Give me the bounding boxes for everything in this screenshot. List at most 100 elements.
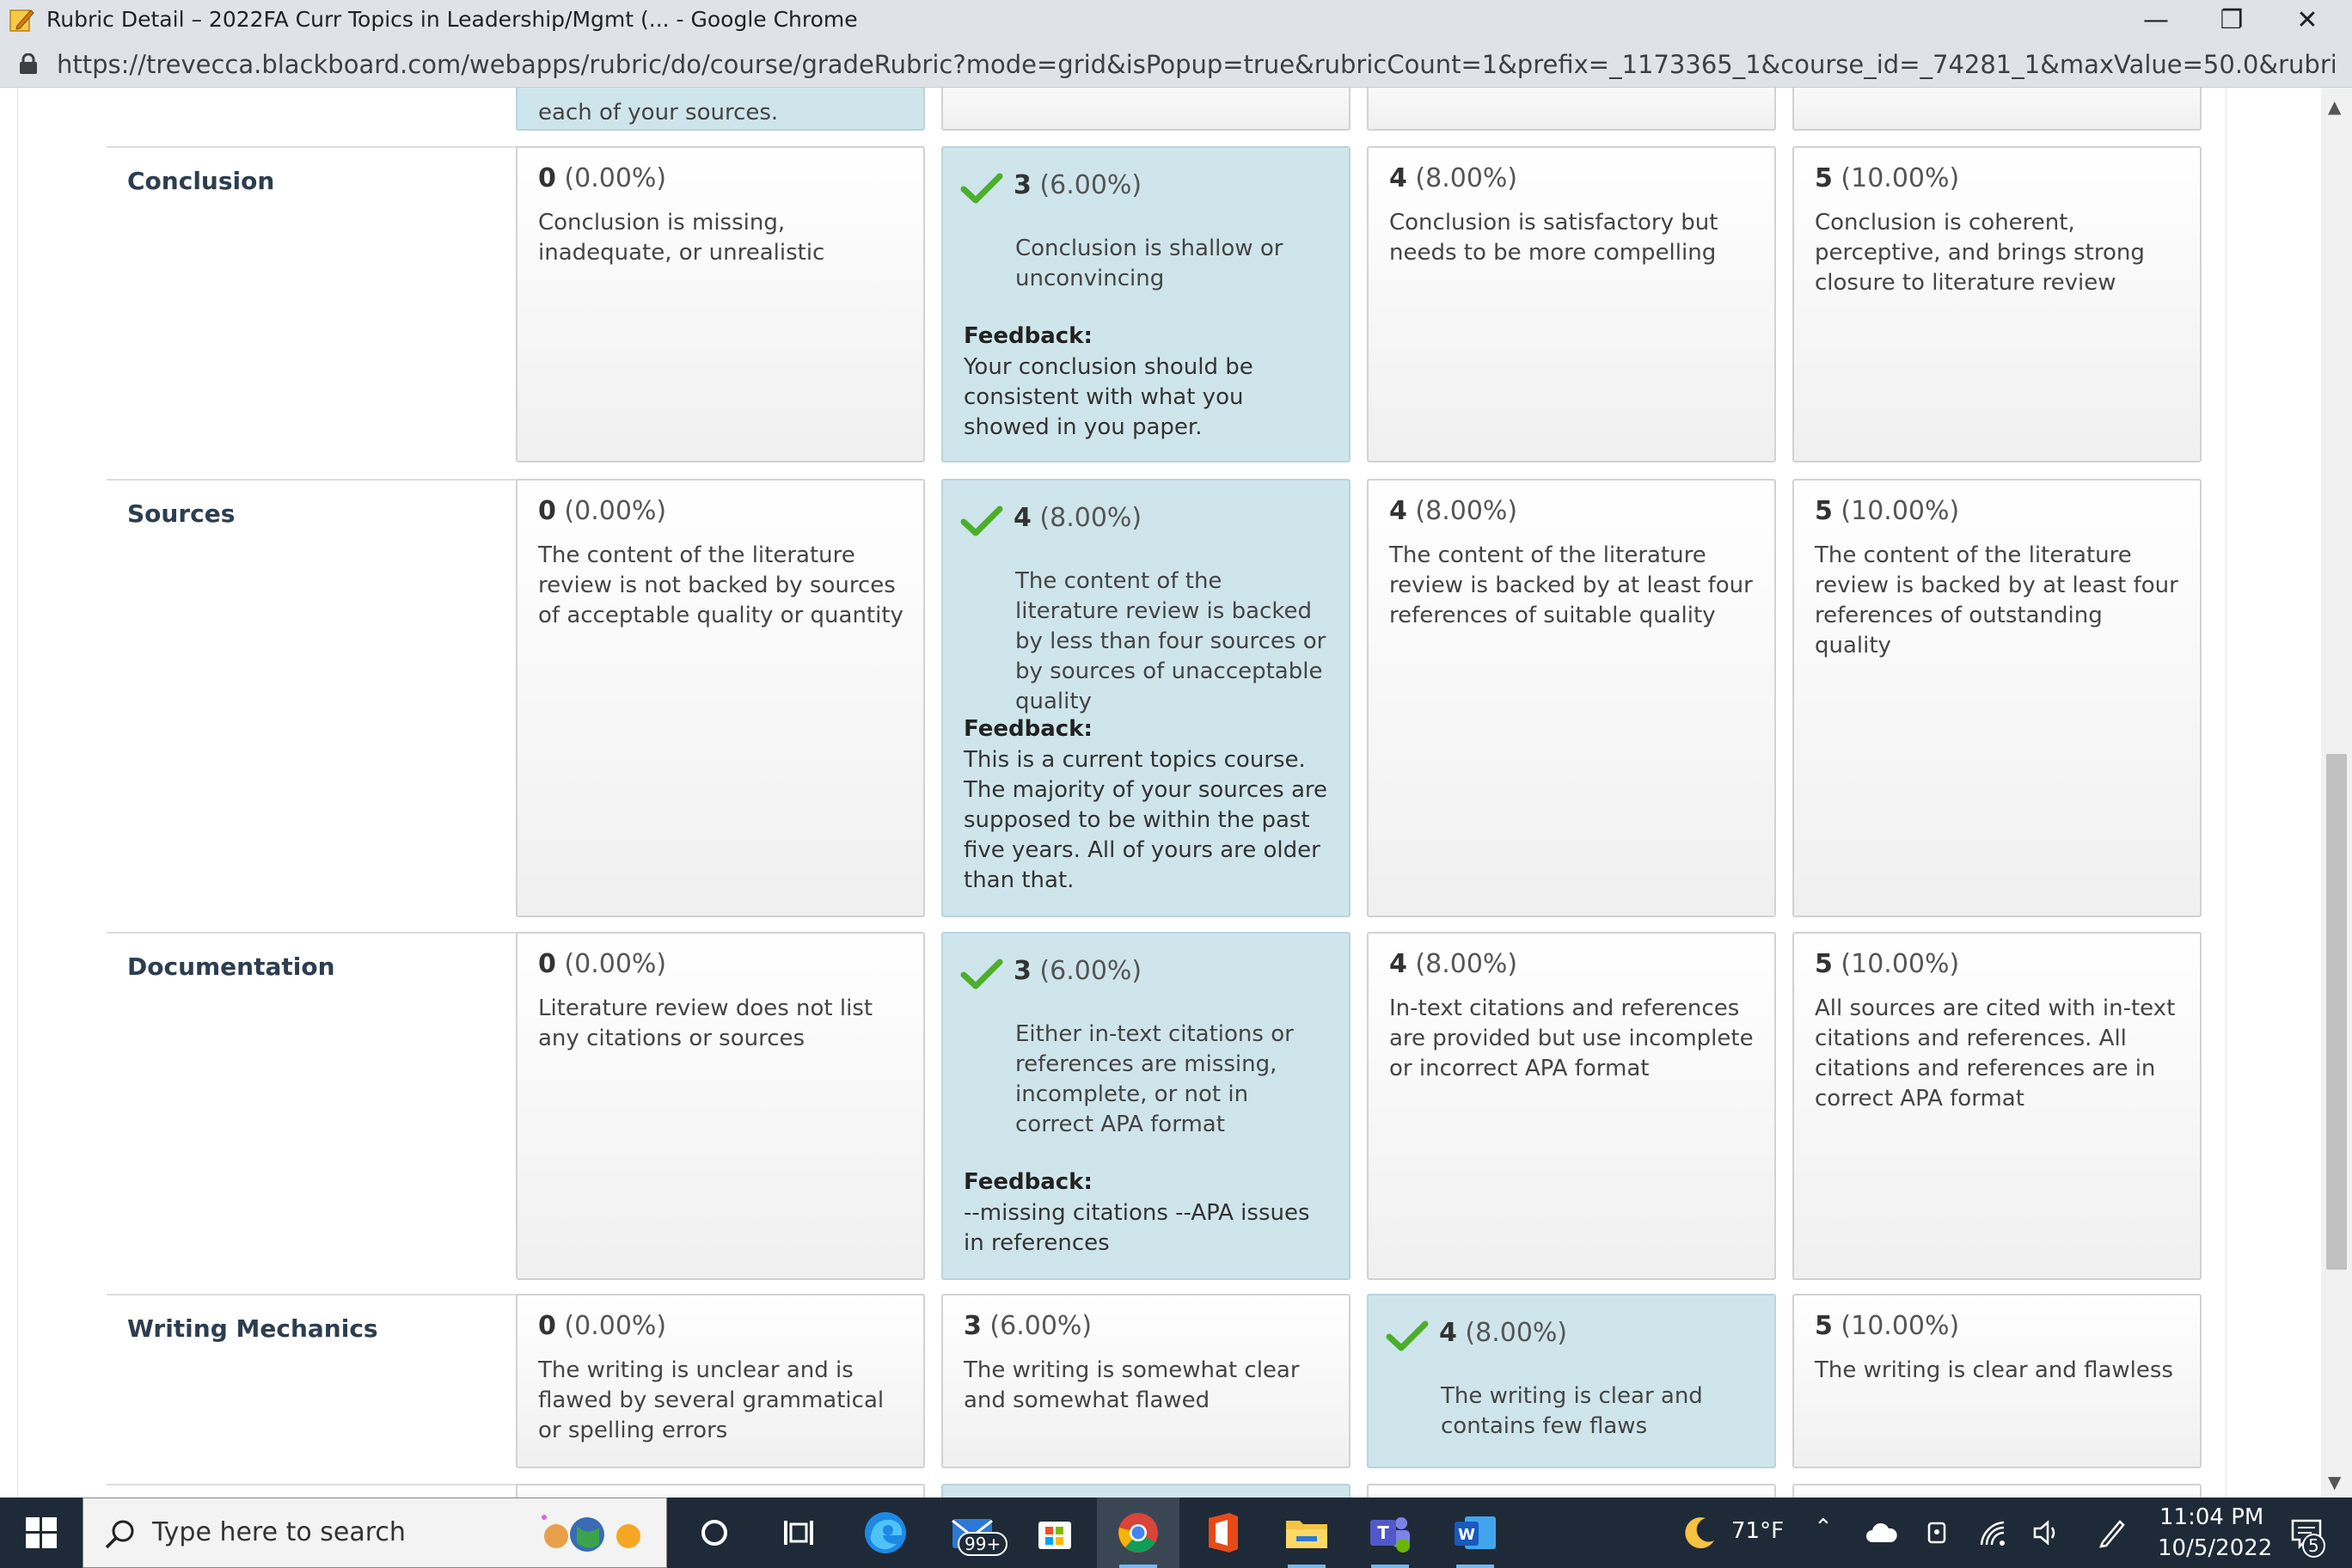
criterion-label: Conclusion [127,167,275,195]
criterion-label: Writing Mechanics [127,1314,378,1343]
wifi-icon[interactable] [1967,1506,2020,1559]
rubric-cell[interactable]: 0 (0.00%) The content of the literature … [516,479,925,917]
file-explorer-icon[interactable] [1280,1506,1333,1559]
chevron-up-icon[interactable]: ⌃ [1814,1515,1833,1540]
scroll-up-arrow-icon[interactable]: ▲ [2328,96,2341,117]
mail-badge: 99+ [958,1532,1008,1556]
teams-icon[interactable]: T [1363,1506,1417,1559]
cell-description: Conclusion is shallow or unconvincing [1015,236,1283,291]
rubric-cell[interactable]: 4 (8.00%) The content of the literature … [1367,479,1776,917]
office-icon[interactable] [1196,1506,1249,1559]
partial-rubric-cell[interactable] [1367,88,1776,131]
cell-score: 4 (8.00%) [1389,496,1518,526]
cell-score: 4 (8.00%) [1014,503,1142,533]
clock-time[interactable]: 11:04 PM [2159,1504,2263,1530]
rubric-cell[interactable]: 5 (10.00%) Conclusion is coherent, perce… [1792,146,2202,462]
start-button[interactable] [0,1498,83,1568]
cell-description: The writing is somewhat clear and somewh… [964,1357,1300,1413]
rubric-page: each of your sources. Conclusion 0 (0.00… [0,88,2352,1498]
explorer-indicator [1288,1565,1326,1568]
vertical-scrollbar[interactable]: ▲ ▼ [2321,88,2352,1498]
word-indicator [1456,1565,1494,1568]
rubric-cell[interactable]: 3 (6.00%) The writing is somewhat clear … [941,1294,1351,1468]
cortana-icon[interactable] [688,1506,741,1559]
weather-temperature[interactable]: 71°F [1731,1518,1784,1544]
meet-now-icon[interactable] [1912,1506,1965,1559]
partial-rubric-cell[interactable] [1792,1484,2202,1498]
cell-score: 0 (0.00%) [538,496,667,526]
cell-score: 5 (10.00%) [1815,949,1960,979]
rubric-cell[interactable]: 4 (8.00%) Conclusion is satisfactory but… [1367,146,1776,462]
teams-indicator [1371,1565,1409,1568]
cell-score: 0 (0.00%) [538,949,667,979]
rubric-cell[interactable]: 5 (10.00%) The writing is clear and flaw… [1792,1294,2202,1468]
partial-rubric-cell[interactable] [941,88,1351,131]
criterion-next-partial [107,1484,518,1498]
partial-rubric-cell[interactable] [1367,1484,1776,1498]
partial-cell-text: each of your sources. [538,100,779,126]
lock-icon [20,53,37,74]
rubric-cell-selected[interactable]: 3 (6.00%) Conclusion is shallow or uncon… [941,146,1351,462]
search-highlight-icon [542,1515,640,1552]
cell-score: 3 (6.00%) [964,1311,1093,1341]
rubric-cell[interactable]: 5 (10.00%) All sources are cited with in… [1792,932,2202,1280]
window-title: Rubric Detail – 2022FA Curr Topics in Le… [46,7,858,32]
feedback-label: Feedback: [964,323,1093,349]
microsoft-store-icon[interactable] [1028,1506,1081,1559]
onedrive-cloud-icon[interactable] [1855,1506,1908,1559]
partial-rubric-cell[interactable] [516,1484,925,1498]
rubric-cell-selected[interactable]: 4 (8.00%) The content of the literature … [941,479,1351,917]
chrome-icon[interactable] [1112,1506,1165,1559]
feedback-label: Feedback: [964,1169,1093,1195]
cell-description: The writing is unclear and is flawed by … [538,1357,885,1443]
cell-score: 4 (8.00%) [1389,949,1518,979]
svg-text:W: W [1458,1526,1475,1544]
restore-button[interactable]: ❐ [2194,0,2269,40]
cell-description: Literature review does not list any cita… [538,995,873,1051]
cell-score: 5 (10.00%) [1815,1311,1960,1341]
word-icon[interactable]: W [1449,1506,1502,1559]
scroll-thumb[interactable] [2326,754,2347,1270]
cell-score: 0 (0.00%) [538,163,667,193]
cell-score: 3 (6.00%) [1014,170,1142,200]
feedback-text: This is a current topics course. The maj… [964,747,1328,893]
title-bar: Rubric Detail – 2022FA Curr Topics in Le… [0,0,2352,40]
close-button[interactable]: ✕ [2269,0,2345,40]
cell-description: The writing is clear and flawless [1815,1357,2173,1383]
cell-description: In-text citations and references are pro… [1389,995,1754,1081]
partial-rubric-cell[interactable]: each of your sources. [516,88,925,131]
cell-score: 4 (8.00%) [1389,163,1518,193]
cell-description: The writing is clear and contains few fl… [1441,1383,1703,1439]
rubric-grid: each of your sources. Conclusion 0 (0.00… [17,88,2226,1498]
address-bar[interactable]: https://trevecca.blackboard.com/webapps/… [0,40,2352,88]
weather-moon-icon[interactable] [1673,1506,1726,1559]
chrome-active-indicator [1119,1565,1157,1568]
feedback-label: Feedback: [964,716,1093,742]
rubric-cell-selected[interactable]: 3 (6.00%) Either in-text citations or re… [941,932,1351,1280]
url-text[interactable]: https://trevecca.blackboard.com/webapps/… [57,50,2335,79]
pen-ink-icon[interactable] [2086,1506,2139,1559]
task-view-icon[interactable] [771,1506,824,1559]
partial-rubric-cell[interactable] [941,1484,1351,1498]
cell-description: All sources are cited with in-text citat… [1815,995,2176,1112]
criterion-label: Documentation [127,952,335,981]
feedback-text: --missing citations --APA issues in refe… [964,1200,1310,1256]
volume-icon[interactable] [2020,1506,2073,1559]
minimize-button[interactable]: — [2118,0,2194,40]
feedback-text: Your conclusion should be consistent wit… [964,354,1253,440]
clock-date[interactable]: 10/5/2022 [2158,1535,2272,1561]
criterion-documentation: Documentation [107,932,518,1293]
scroll-down-arrow-icon[interactable]: ▼ [2328,1472,2341,1492]
partial-rubric-cell[interactable] [1792,88,2202,131]
taskbar-search-box[interactable]: Type here to search [83,1498,667,1568]
cell-score: 5 (10.00%) [1815,496,1960,526]
edge-browser-icon[interactable] [859,1506,912,1559]
windows-logo-icon [26,1517,57,1548]
cell-description: The content of the literature review is … [1389,542,1753,628]
rubric-cell[interactable]: 0 (0.00%) The writing is unclear and is … [516,1294,925,1468]
rubric-cell[interactable]: 0 (0.00%) Literature review does not lis… [516,932,925,1280]
rubric-cell[interactable]: 5 (10.00%) The content of the literature… [1792,479,2202,917]
rubric-cell[interactable]: 4 (8.00%) In-text citations and referenc… [1367,932,1776,1280]
rubric-cell-selected[interactable]: 4 (8.00%) The writing is clear and conta… [1367,1294,1776,1468]
rubric-cell[interactable]: 0 (0.00%) Conclusion is missing, inadequ… [516,146,925,462]
